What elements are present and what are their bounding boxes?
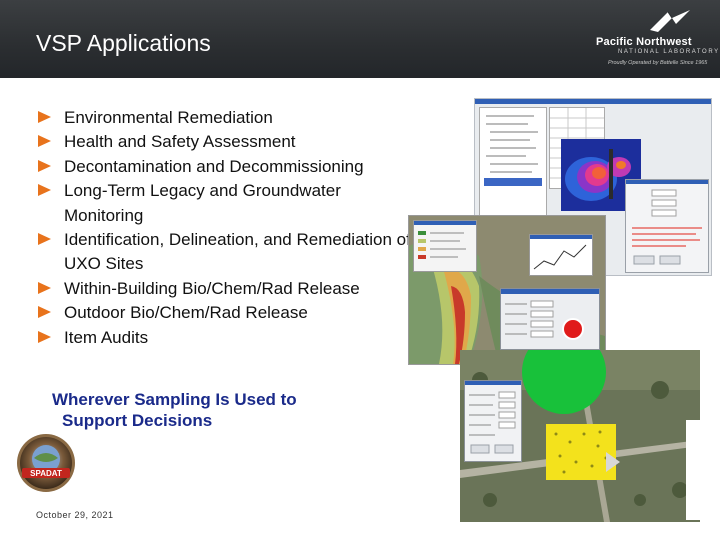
bullet-arrow-icon	[38, 135, 51, 148]
bullet-item: Decontamination and Decommissioning	[38, 155, 418, 179]
spadat-seal-icon: SPADAT	[17, 434, 75, 492]
tree-lines-icon	[484, 115, 542, 186]
legend-window	[413, 220, 477, 272]
bullet-item: Outdoor Bio/Chem/Rad Release	[38, 301, 418, 325]
sampling-dialog	[464, 380, 522, 462]
window-titlebar	[501, 289, 599, 294]
bullet-arrow-icon	[38, 281, 51, 294]
dialog-form-icon	[505, 300, 584, 340]
logo-line-3: Proudly Operated by Battelle Since 1965	[608, 60, 708, 66]
bullet-arrow-icon	[38, 111, 51, 123]
slide-date: October 29, 2021	[36, 510, 114, 520]
right-edge-overlay	[686, 420, 720, 520]
graph-icon	[533, 244, 587, 270]
bullet-item: Within-Building Bio/Chem/Rad Release	[38, 277, 418, 301]
bullet-text: Long-Term Legacy and Groundwater Monitor…	[64, 181, 341, 225]
bullet-text: Health and Safety Assessment	[64, 132, 296, 152]
pnnl-logo: Pacific Northwest NATIONAL LABORATORY Pr…	[594, 8, 718, 70]
bullet-item: Long-Term Legacy and Groundwater Monitor…	[38, 179, 418, 228]
bullet-arrow-icon	[38, 330, 51, 343]
bullet-arrow-icon	[38, 233, 51, 246]
bullet-item: Environmental Remediation	[38, 106, 418, 130]
bullet-text: Decontamination and Decommissioning	[64, 156, 364, 176]
bullet-text: Item Audits	[64, 327, 149, 347]
bullet-text: Within-Building Bio/Chem/Rad Release	[64, 278, 360, 298]
tagline: Wherever Sampling Is Used to Support Dec…	[52, 389, 372, 431]
bullet-text: Outdoor Bio/Chem/Rad Release	[64, 303, 308, 323]
bullet-text: Identification, Delineation, and Remedia…	[64, 230, 411, 274]
bullet-item: Health and Safety Assessment	[38, 130, 418, 154]
dialog-panel	[625, 179, 709, 273]
tagline-line-2: Support Decisions	[62, 411, 213, 430]
sample-point-window	[529, 234, 593, 276]
logo-line-1: Pacific Northwest	[596, 36, 692, 48]
sampling-form-icon	[469, 391, 516, 454]
seal-text: SPADAT	[30, 469, 62, 478]
vsp-aerial-sampling-screenshot	[460, 350, 700, 522]
logo-mark-icon	[650, 10, 690, 32]
bullet-item: Item Audits	[38, 326, 418, 350]
slide-title: VSP Applications	[36, 30, 211, 56]
bullet-list: Environmental Remediation Health and Saf…	[38, 106, 418, 350]
bullet-arrow-icon	[38, 306, 51, 319]
tagline-line-1: Wherever Sampling Is Used to	[52, 390, 297, 409]
legend-swatches-icon	[418, 231, 466, 259]
window-titlebar	[475, 99, 711, 104]
tree-panel	[479, 107, 547, 229]
bullet-item: Identification, Delineation, and Remedia…	[38, 228, 418, 277]
dialog-fields-icon	[632, 189, 702, 265]
bullet-arrow-icon	[38, 159, 51, 172]
vsp-hotspot-dialog-screenshot	[500, 288, 600, 350]
slide-header: VSP Applications Pacific Northwest NATIO…	[0, 0, 720, 78]
logo-line-2: NATIONAL LABORATORY	[618, 49, 720, 55]
bullet-text: Environmental Remediation	[64, 108, 273, 127]
bullet-arrow-icon	[38, 184, 51, 197]
